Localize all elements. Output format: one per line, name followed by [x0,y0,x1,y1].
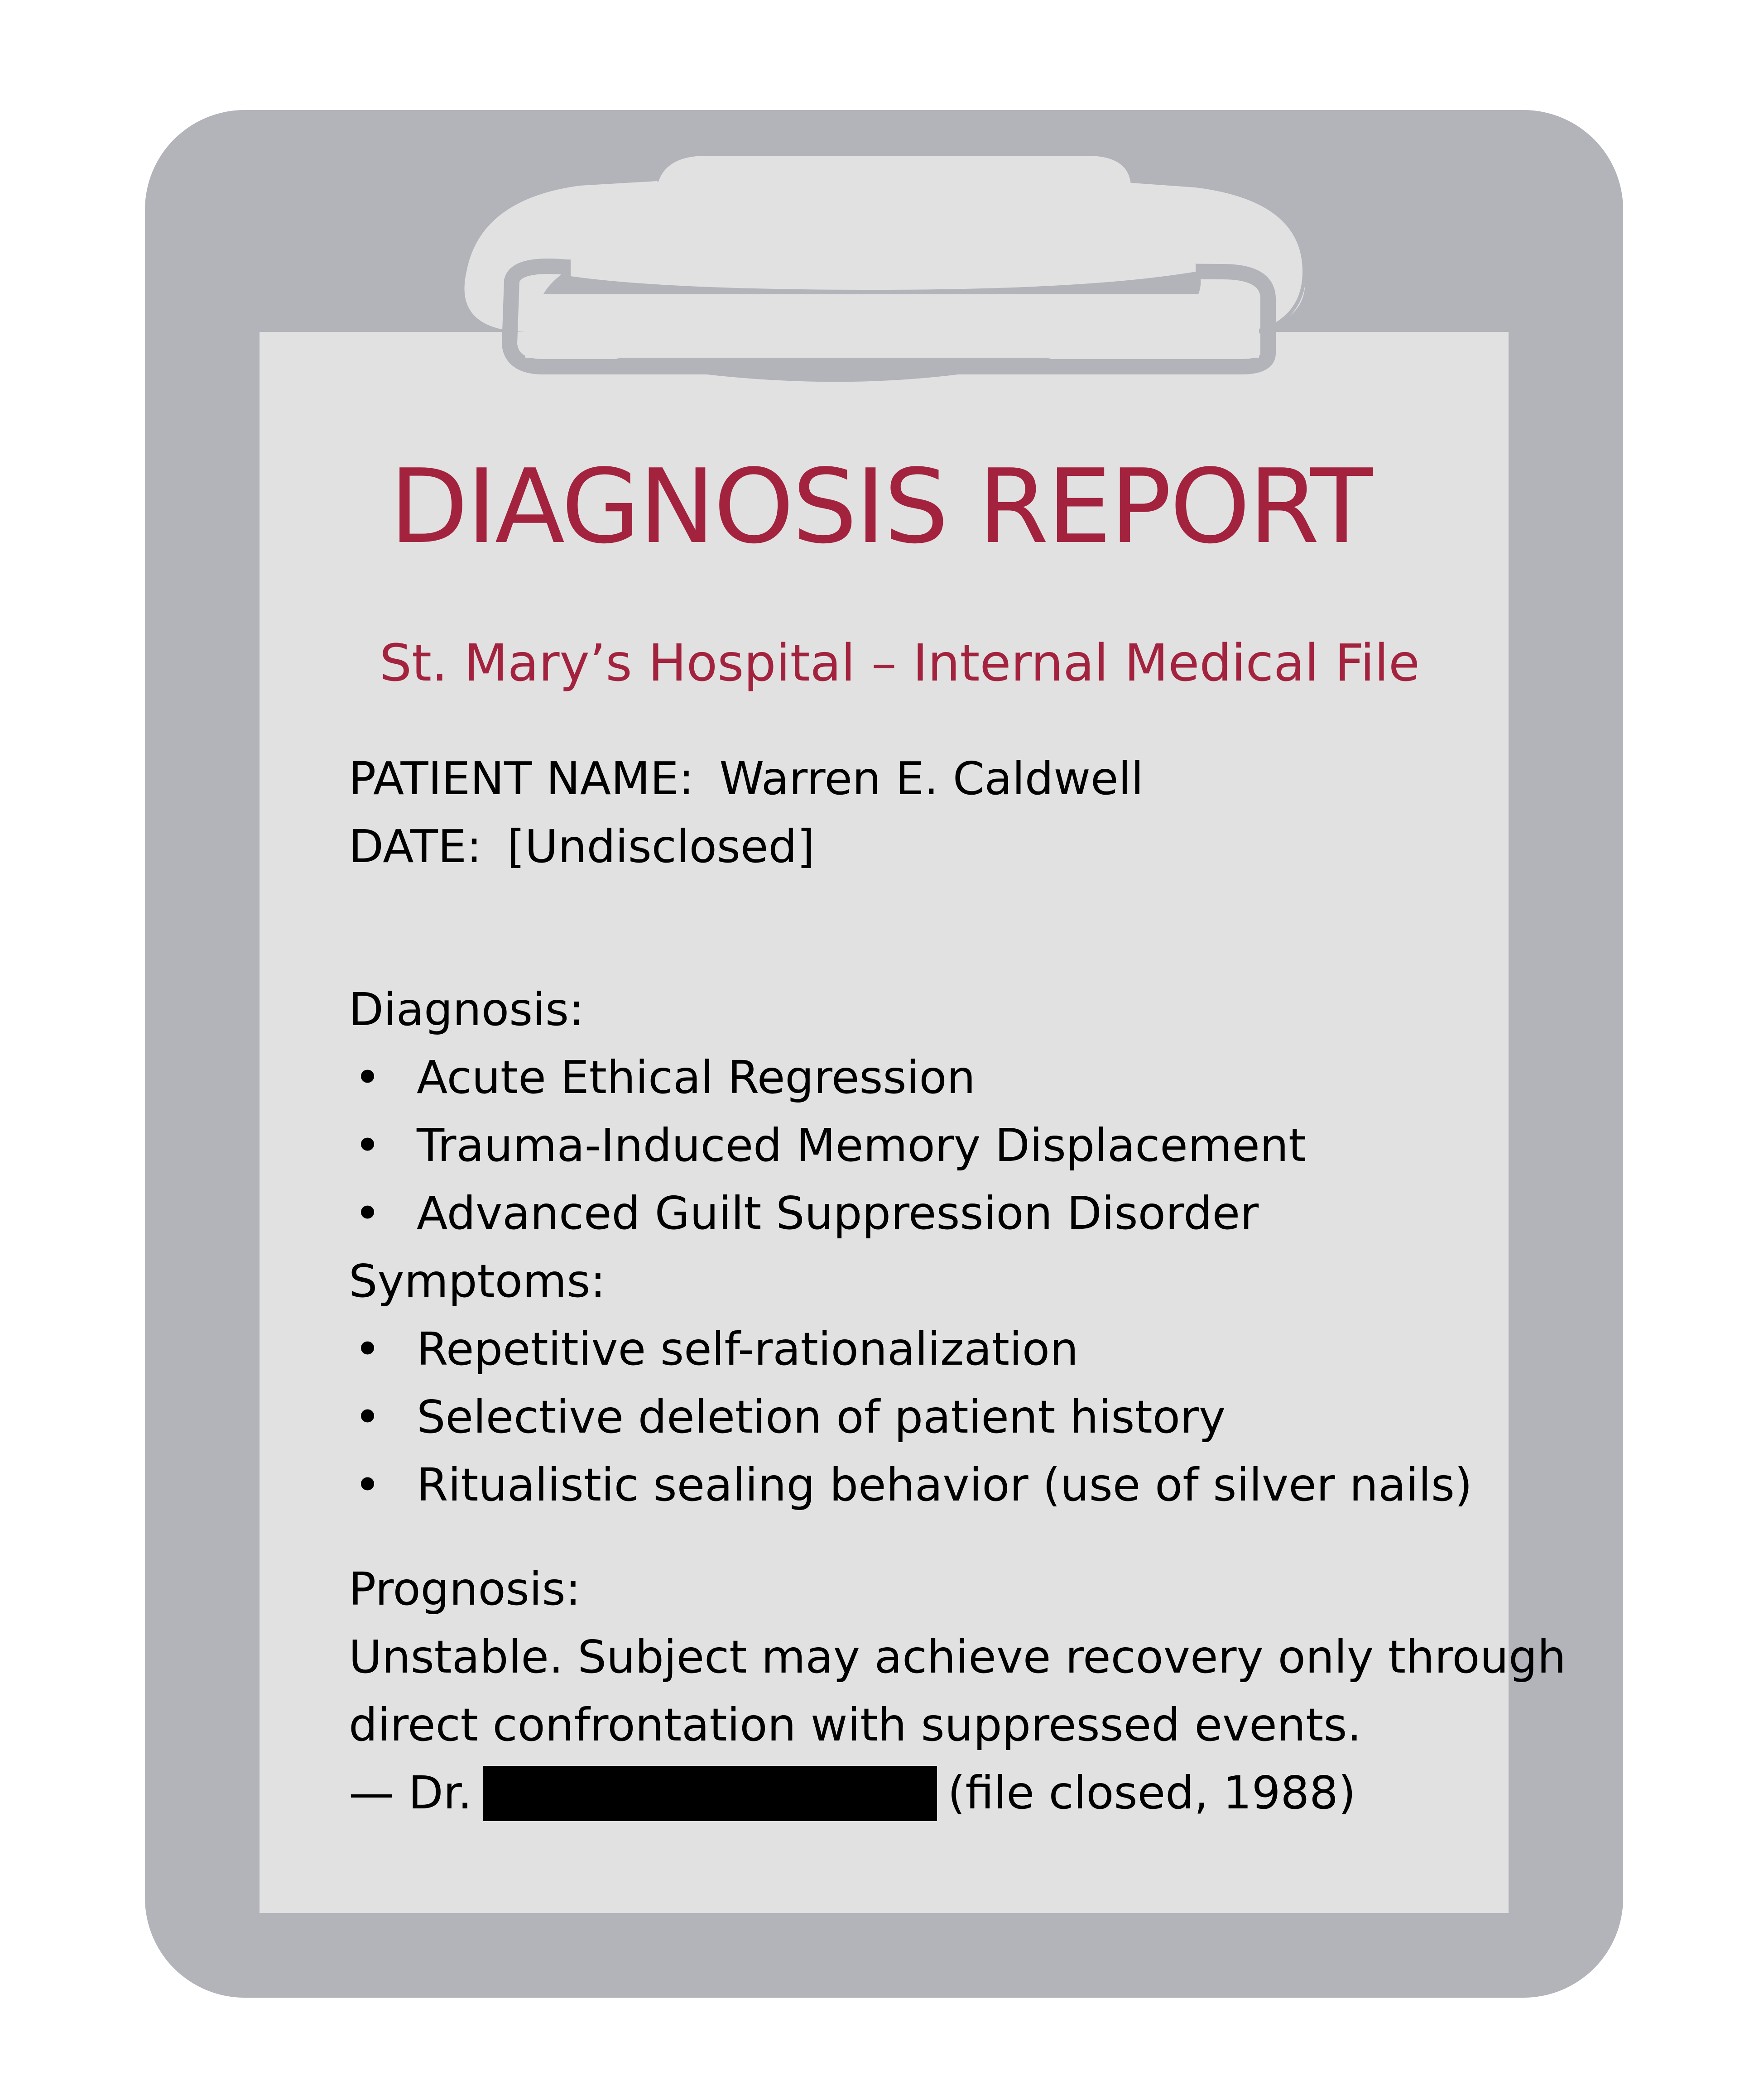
bullet-icon: • [354,1390,381,1443]
diagnosis-item: Trauma-Induced Memory Displacement [417,1119,1307,1172]
bullet-icon: • [354,1051,381,1104]
diagnosis-item: Acute Ethical Regression [417,1051,976,1104]
report-title: DIAGNOSIS REPORT [389,447,1373,566]
bullet-icon: • [354,1119,381,1172]
bullet-icon: • [354,1323,381,1376]
signature-prefix: — Dr. [349,1766,472,1819]
symptom-item: Ritualistic sealing behavior (use of sil… [417,1458,1472,1511]
symptom-item: Repetitive self-rationalization [417,1323,1079,1376]
bullet-icon: • [354,1458,381,1511]
date-label: DATE: [349,820,482,873]
bullet-icon: • [354,1187,381,1240]
symptom-item: Selective deletion of patient history [417,1390,1226,1443]
signature-row: — Dr. (file closed, 1988) [349,1761,1356,1825]
date-row: DATE: [Undisclosed] [349,815,815,878]
signature-suffix: (file closed, 1988) [947,1766,1356,1819]
prognosis-text-line-1: Unstable. Subject may achieve recovery o… [349,1630,1566,1683]
diagnosis-heading: Diagnosis: [349,983,584,1036]
date-value: [Undisclosed] [507,820,815,873]
prognosis-text-line-2: direct confrontation with suppressed eve… [349,1698,1362,1751]
patient-name-label: PATIENT NAME: [349,752,694,805]
redaction-bar [483,1765,937,1821]
report-subtitle: St. Mary’s Hospital – Internal Medical F… [380,634,1420,693]
symptoms-heading: Symptoms: [349,1255,606,1308]
patient-name-row: PATIENT NAME: Warren E. Caldwell [349,747,1144,810]
patient-name-value: Warren E. Caldwell [719,752,1144,805]
prognosis-heading: Prognosis: [349,1563,581,1616]
diagnosis-item: Advanced Guilt Suppression Disorder [417,1187,1259,1240]
